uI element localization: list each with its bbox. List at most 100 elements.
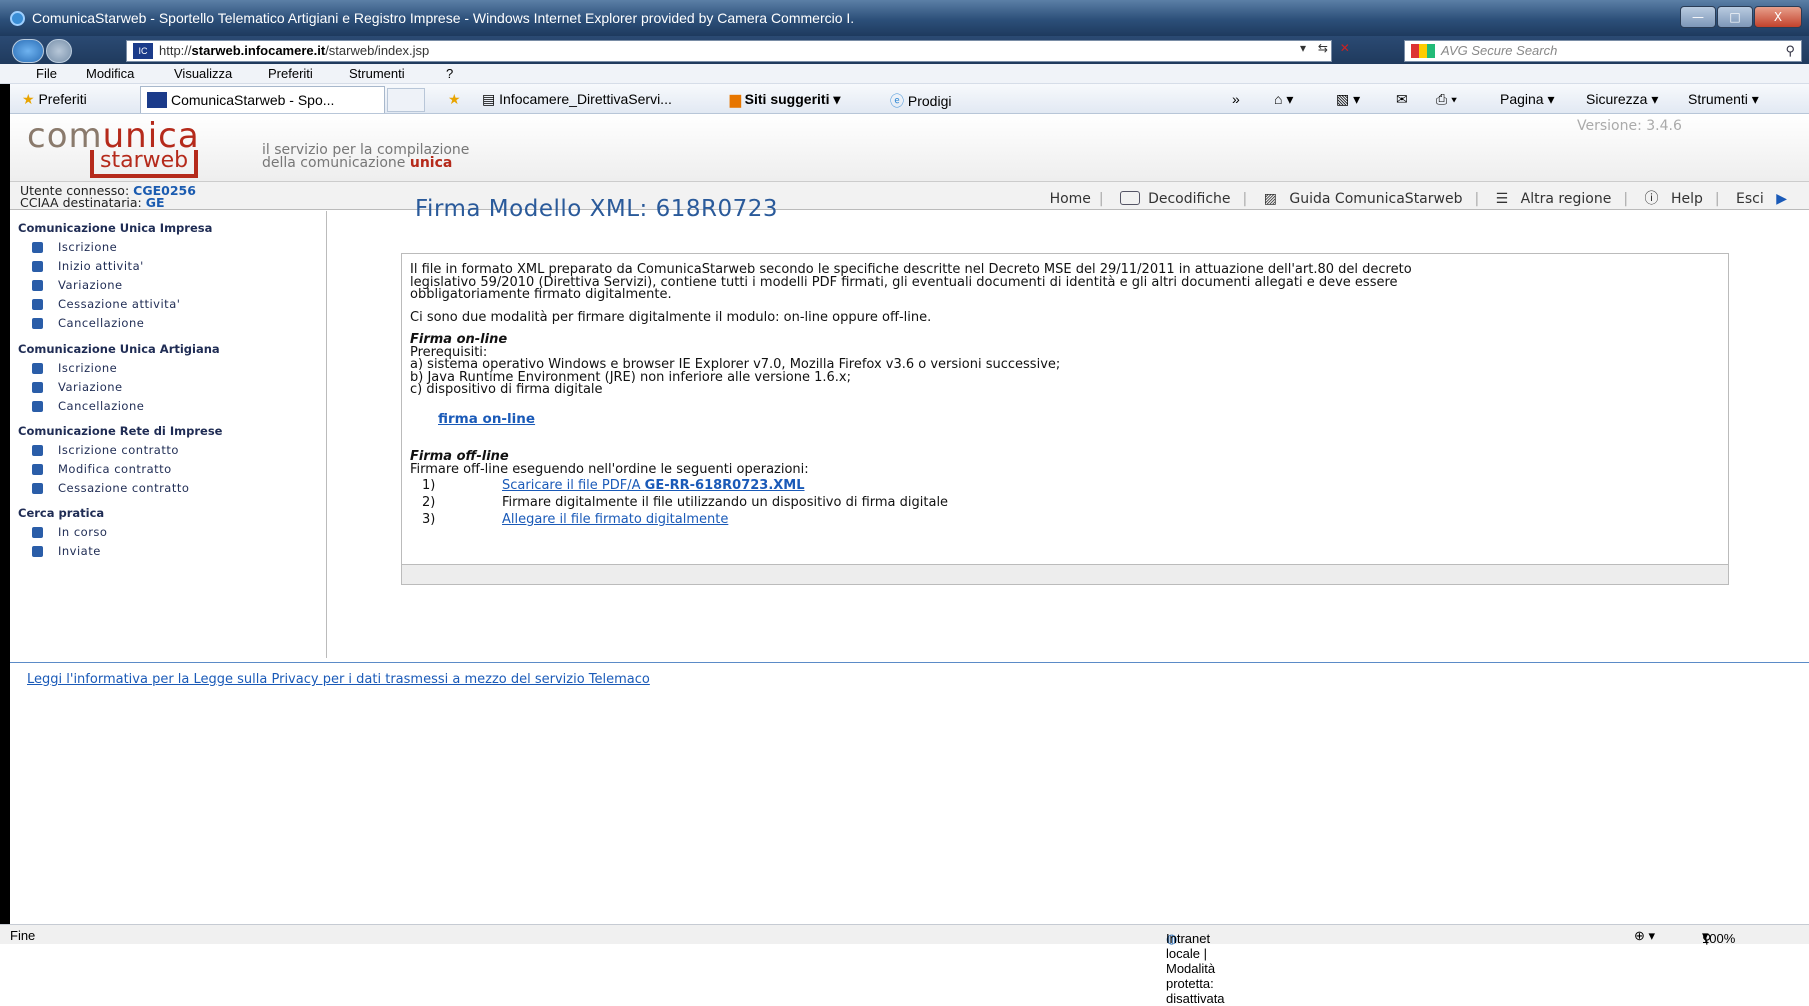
menu-strumenti[interactable]: Strumenti: [349, 66, 405, 81]
user-info: Utente connesso: CGE0256 CCIAA destinata…: [20, 184, 196, 210]
close-button[interactable]: X: [1754, 6, 1802, 28]
step-2-text: Firmare digitalmente il file utilizzando…: [502, 495, 949, 510]
sidebar-item-rete-cessazione[interactable]: Cessazione contratto: [32, 481, 189, 495]
fav-link-prodigi[interactable]: ⓔ Prodigi: [890, 91, 951, 111]
sidebar-group-artigiana: Comunicazione Unica Artigiana: [18, 342, 220, 356]
sidebar: Comunicazione Unica Impresa Iscrizione I…: [10, 211, 327, 658]
sidebar-item-artigiana-cancellazione[interactable]: Cancellazione: [32, 399, 144, 413]
page-menu-label: Pagina: [1500, 91, 1544, 107]
nav-guida[interactable]: ▨ Guida ComunicaStarweb: [1260, 191, 1467, 207]
nav-esci-label: Esci: [1736, 191, 1764, 207]
modes-text: Ci sono due modalità per firmare digital…: [410, 309, 932, 325]
nav-decodifiche[interactable]: Decodifiche: [1116, 191, 1234, 207]
overflow-chevron-icon[interactable]: »: [1232, 91, 1240, 107]
menu-modifica[interactable]: Modifica: [86, 66, 134, 81]
nav-help[interactable]: ⓘ Help: [1640, 191, 1706, 207]
menu-file[interactable]: File: [36, 66, 57, 81]
menu-help[interactable]: ?: [446, 66, 453, 81]
content-panel-footer: [401, 565, 1729, 585]
security-menu-label: Sicurezza: [1586, 91, 1648, 107]
page-title: Firma Modello XML: 618R0723: [415, 196, 779, 222]
url-path: /starweb/index.jsp: [325, 43, 430, 58]
address-bar-row: IC http://starweb.infocamere.it/starweb/…: [0, 36, 1809, 64]
favorites-label: Preferiti: [38, 91, 87, 107]
sidebar-item-impresa-cancellazione[interactable]: Cancellazione: [32, 316, 144, 330]
upload-signed-file-link[interactable]: Allegare il file firmato digitalmente: [502, 513, 728, 527]
refresh-icon[interactable]: ⇆: [1318, 41, 1328, 55]
status-text: Fine: [10, 928, 36, 943]
download-xml-link[interactable]: Scaricare il file PDF/A GE-RR-618R0723.X…: [502, 479, 805, 493]
page-menu[interactable]: Pagina ▾: [1500, 91, 1555, 108]
sidebar-item-artigiana-iscrizione[interactable]: Iscrizione: [32, 361, 117, 375]
nav-altra-regione[interactable]: ☰ Altra regione: [1492, 191, 1616, 207]
sidebar-item-rete-modifica[interactable]: Modifica contratto: [32, 462, 172, 476]
dropdown-arrow-icon[interactable]: ▾: [1300, 41, 1306, 55]
search-icon[interactable]: ⚲: [1785, 41, 1795, 61]
sidebar-item-in-corso[interactable]: In corso: [32, 525, 107, 539]
url-input[interactable]: IC http://starweb.infocamere.it/starweb/…: [126, 40, 1332, 62]
fav-link-infocamere[interactable]: ▤ Infocamere_DirettivaServi...: [482, 91, 672, 108]
browser-tab[interactable]: ComunicaStarweb - Spo...: [140, 86, 385, 113]
browser-window: ComunicaStarweb - Sportello Telematico A…: [0, 0, 1809, 1006]
tab-title: ComunicaStarweb - Spo...: [171, 92, 335, 108]
search-input[interactable]: AVG Secure Search ⚲: [1404, 40, 1802, 62]
site-slogan: il servizio per la compilazione della co…: [262, 143, 469, 171]
menu-preferiti[interactable]: Preferiti: [268, 66, 313, 81]
feeds-icon[interactable]: ▧ ▾: [1336, 91, 1360, 108]
sidebar-item-rete-iscrizione[interactable]: Iscrizione contratto: [32, 443, 179, 457]
search-placeholder: AVG Secure Search: [1441, 43, 1558, 58]
suggested-sites-icon: ▆: [730, 91, 741, 107]
forward-button[interactable]: [46, 39, 72, 63]
sidebar-item-inviate[interactable]: Inviate: [32, 544, 101, 558]
maximize-button[interactable]: □: [1717, 6, 1753, 28]
tools-menu[interactable]: Strumenti ▾: [1688, 91, 1759, 108]
slogan-line2: della comunicazione: [262, 155, 406, 171]
site-header: comunica starweb il servizio per la comp…: [10, 114, 1809, 182]
sidebar-group-impresa: Comunicazione Unica Impresa: [18, 221, 213, 235]
intro-text-line3: obbligatoriamente firmato digitalmente.: [410, 287, 672, 302]
top-navigation: Home | Decodifiche | ▨ Guida ComunicaStarw…: [1046, 188, 1795, 208]
window-title: ComunicaStarweb - Sportello Telematico A…: [32, 10, 855, 26]
stop-icon[interactable]: ✕: [1340, 41, 1350, 55]
nav-guida-label: Guida ComunicaStarweb: [1289, 191, 1463, 207]
offline-intro: Firmare off-line eseguendo nell'ordine l…: [410, 461, 809, 477]
ie-page-icon: ⓔ: [890, 93, 904, 109]
privacy-link[interactable]: Leggi l'informativa per la Legge sulla P…: [27, 672, 650, 687]
sidebar-item-impresa-variazione[interactable]: Variazione: [32, 278, 123, 292]
sidebar-item-impresa-cessazione[interactable]: Cessazione attivita': [32, 297, 180, 311]
favorites-button[interactable]: ★ Preferiti: [22, 91, 87, 108]
firma-online-link[interactable]: firma on-line: [438, 412, 1720, 426]
sidebar-group-rete: Comunicazione Rete di Imprese: [18, 424, 223, 438]
nav-altra-regione-label: Altra regione: [1520, 191, 1612, 207]
sidebar-item-impresa-inizio-attivita[interactable]: Inizio attivita': [32, 259, 144, 273]
help-icon: ⓘ: [1644, 191, 1659, 207]
menu-visualizza[interactable]: Visualizza: [174, 66, 232, 81]
print-icon[interactable]: ⎙ ▾: [1436, 91, 1457, 108]
fav-link-prodigi-label: Prodigi: [907, 93, 952, 109]
new-tab-button[interactable]: [387, 88, 425, 112]
add-favorite-icon[interactable]: ★: [448, 91, 461, 108]
home-icon[interactable]: ⌂ ▾: [1274, 91, 1293, 108]
fav-link-siti-label: Siti suggeriti: [744, 91, 830, 107]
security-menu[interactable]: Sicurezza ▾: [1586, 91, 1658, 108]
step-1-number: 1): [422, 478, 436, 493]
step-3: 3) Allegare il file firmato digitalmente: [410, 513, 1720, 531]
url-host: starweb.infocamere.it: [191, 43, 326, 58]
sidebar-item-artigiana-variazione[interactable]: Variazione: [32, 380, 123, 394]
minimize-button[interactable]: —: [1680, 6, 1716, 28]
cciaa-value: GE: [145, 195, 165, 210]
nav-help-label: Help: [1670, 191, 1703, 207]
cciaa-label: CCIAA destinataria:: [20, 195, 142, 210]
logo-starweb: starweb: [90, 150, 199, 178]
fav-link-siti-suggeriti[interactable]: ▆ Siti suggeriti ▾: [730, 91, 840, 108]
nav-esci[interactable]: Esci ▶: [1732, 191, 1791, 207]
nav-home[interactable]: Home: [1050, 191, 1091, 207]
sidebar-item-impresa-iscrizione[interactable]: Iscrizione: [32, 240, 117, 254]
mail-icon[interactable]: ✉: [1396, 91, 1408, 108]
sidebar-group-cerca: Cerca pratica: [18, 506, 105, 520]
back-button[interactable]: [12, 39, 44, 63]
protected-mode-icon[interactable]: ⊕ ▾: [1634, 928, 1655, 944]
footer-divider: [10, 662, 1809, 663]
zoom-control[interactable]: ⚲ 100% ▾: [1702, 928, 1735, 946]
star-icon: ★: [22, 91, 35, 107]
